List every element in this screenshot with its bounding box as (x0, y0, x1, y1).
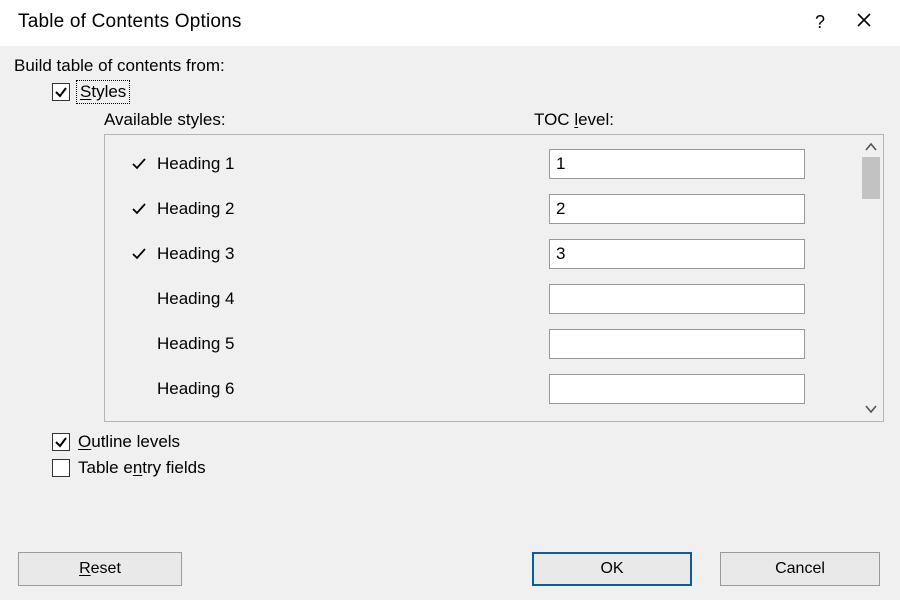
toc-level-header: TOC level: (534, 110, 614, 130)
toc-level-input[interactable] (549, 284, 805, 314)
style-row: Heading 4 (125, 276, 839, 321)
check-icon (54, 85, 68, 99)
cancel-button[interactable]: Cancel (720, 552, 880, 586)
styles-checkbox-row[interactable]: Styles (52, 82, 884, 102)
scroll-thumb[interactable] (862, 157, 880, 199)
scroll-track[interactable] (859, 157, 883, 399)
toc-level-input[interactable] (549, 149, 805, 179)
style-row: Heading 5 (125, 321, 839, 366)
dialog-footer: Reset OK Cancel (0, 546, 900, 600)
style-name: Heading 6 (153, 379, 549, 399)
scroll-down-icon[interactable] (865, 399, 877, 419)
toc-options-dialog: Table of Contents Options ? Build table … (0, 0, 900, 600)
outline-levels-row[interactable]: Outline levels (52, 432, 884, 452)
style-row: Heading 2 (125, 186, 839, 231)
build-from-label: Build table of contents from: (14, 56, 884, 76)
styles-list: Heading 1 Heading 2 Heading 3 Heading 4 (104, 134, 884, 422)
style-used-check (125, 203, 153, 215)
style-row: Heading 6 (125, 366, 839, 411)
style-name: Heading 3 (153, 244, 549, 264)
lower-options: Outline levels Table entry fields (52, 432, 884, 484)
dialog-title: Table of Contents Options (18, 11, 798, 33)
style-name: Heading 2 (153, 199, 549, 219)
styles-checkbox-label: Styles (78, 82, 128, 102)
style-used-check (125, 248, 153, 260)
toc-level-input[interactable] (549, 239, 805, 269)
titlebar: Table of Contents Options ? (0, 0, 900, 46)
ok-button[interactable]: OK (532, 552, 692, 586)
styles-list-body: Heading 1 Heading 2 Heading 3 Heading 4 (105, 135, 859, 421)
list-headers: Available styles: TOC level: (104, 110, 884, 130)
check-icon (132, 158, 146, 170)
style-row: Heading 1 (125, 141, 839, 186)
dialog-body: Build table of contents from: Styles Ava… (0, 46, 900, 546)
style-used-check (125, 158, 153, 170)
style-name: Heading 5 (153, 334, 549, 354)
table-entry-fields-row[interactable]: Table entry fields (52, 458, 884, 478)
check-icon (132, 203, 146, 215)
help-icon: ? (815, 12, 825, 33)
check-icon (54, 435, 68, 449)
toc-level-input[interactable] (549, 329, 805, 359)
table-entry-fields-checkbox[interactable] (52, 459, 70, 477)
styles-checkbox[interactable] (52, 83, 70, 101)
style-name: Heading 4 (153, 289, 549, 309)
close-icon (856, 12, 872, 33)
available-styles-header: Available styles: (104, 110, 534, 130)
toc-level-input[interactable] (549, 194, 805, 224)
toc-level-input[interactable] (549, 374, 805, 404)
outline-levels-checkbox[interactable] (52, 433, 70, 451)
table-entry-fields-label: Table entry fields (78, 458, 206, 478)
scroll-up-icon[interactable] (865, 137, 877, 157)
help-button[interactable]: ? (798, 8, 842, 36)
reset-button[interactable]: Reset (18, 552, 182, 586)
style-row: Heading 3 (125, 231, 839, 276)
style-name: Heading 1 (153, 154, 549, 174)
close-button[interactable] (842, 8, 886, 36)
styles-scrollbar[interactable] (859, 135, 883, 421)
outline-levels-label: Outline levels (78, 432, 180, 452)
check-icon (132, 248, 146, 260)
